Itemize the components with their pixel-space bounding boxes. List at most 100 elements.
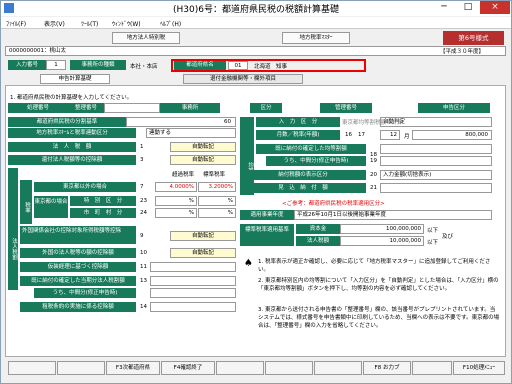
fkey-6[interactable] (265, 361, 313, 375)
menu-view[interactable]: 表示(V) (44, 19, 65, 28)
tokyo-calc-button[interactable]: 東京都均等割税額の計算 (342, 118, 403, 126)
menu-tool[interactable]: ﾂｰﾙ(T) (81, 19, 98, 28)
window-dress-no: 11 (140, 264, 147, 270)
special-ward-label: 特 別 区 分 (70, 196, 136, 206)
non-tokyo-no: 7 (140, 184, 144, 190)
hdr-division: 区分 (250, 103, 282, 113)
corp-tax-button[interactable]: 地方法人特別税 (112, 32, 180, 44)
f8-button[interactable]: F8 お力ブ (363, 361, 411, 375)
capital-label: 資本金 (296, 224, 340, 234)
paid-per-capita-label: 既に納付の確定した均等割額 (256, 144, 366, 154)
menu-help[interactable]: ﾍﾙﾌﾟ(H) (160, 19, 181, 28)
treaty-no: 14 (140, 304, 147, 310)
corp-tax-std-unit: 以下 (427, 240, 439, 246)
company-name: 0000000001：桃山太 (9, 48, 66, 54)
window-dress-label: 仮装経理に基づく控除額 (20, 262, 136, 272)
foreign-tax-field[interactable]: 自動転記 (170, 248, 236, 258)
corp-tax-no: 1 (140, 144, 144, 150)
reference-heading: <ご参考：都道府県民税の税率適用区分> (282, 201, 385, 207)
apply-year-label: 適用事業年度 (240, 210, 294, 220)
process-menu-button[interactable]: F10処理ﾒﾆｭｰ (453, 361, 505, 375)
tab-refund-bank[interactable]: 退付金融機関等・欄外項目 (183, 74, 303, 84)
company-bar: 0000000001：桃山太 (5, 46, 506, 56)
maximize-button[interactable]: □ (456, 1, 480, 14)
capital-unit: 以下 (427, 228, 439, 234)
corp-tax-field[interactable]: 自動転記 (170, 142, 236, 152)
excess-rate-header: 超過税率 (172, 172, 195, 178)
paid-corp-tax-field[interactable] (150, 276, 236, 286)
treaty-field[interactable] (150, 302, 236, 312)
fkey-2[interactable] (57, 361, 105, 375)
estimated-payment-field[interactable] (380, 183, 492, 193)
municipal-no: 24 (140, 210, 147, 216)
annual-rate-field[interactable]: 800,000 (412, 130, 492, 140)
special-ward-pct[interactable]: % (155, 196, 197, 206)
rate-scheme-label: 地方税率ｽｷｰﾑと税率連動区分 (8, 128, 136, 138)
input-no-field[interactable]: 1 (46, 60, 66, 70)
menu-file[interactable]: ﾌｧｲﾙ(F) (6, 19, 26, 28)
paid-corp-tax-label: 既に納付の確定した当期分法人税割額 (20, 276, 136, 286)
ref-no-field[interactable] (104, 103, 160, 113)
foreign-affil-field[interactable]: 自動転記 (170, 231, 236, 241)
foreign-tax-no: 10 (140, 250, 147, 256)
close-button[interactable]: × (480, 1, 510, 14)
report-display-no: 20 (370, 172, 377, 178)
tokyo-label: 東京都の場合 (34, 196, 68, 218)
municipal-pct[interactable]: % (155, 208, 197, 218)
special-ward-no: 23 (140, 198, 147, 204)
input-no-label: 入力番号 (8, 60, 46, 70)
pref-name: 北海道 知事 (254, 64, 288, 70)
fkey-7[interactable] (314, 361, 362, 375)
municipal-std-pct[interactable]: % (198, 208, 236, 218)
months-no-17: 17 (358, 132, 365, 138)
fiscal-year: 【平成３０年度】 (440, 49, 485, 55)
pref-code-field[interactable]: 01 (228, 61, 248, 70)
alloc-basis-field[interactable]: 60 (126, 117, 236, 127)
report-display-label: 納付税額の表示区分 (240, 170, 366, 180)
paid-per-capita-field[interactable] (380, 144, 492, 154)
window-dress-field[interactable] (150, 262, 236, 272)
interim-label: うち、中間分(修正申告時) (34, 288, 136, 298)
estimated-payment-no: 21 (370, 185, 377, 191)
municipal-label: 市 町 村 分 (70, 208, 136, 218)
next-pref-button[interactable]: F3次都道府県 (106, 361, 160, 375)
foreign-tax-label: 外国の法人税等の額の控除額 (20, 248, 136, 258)
sidebar-label: 法人税割 (8, 168, 18, 290)
paid-corp-tax-no: 13 (140, 278, 147, 284)
std-rate-header: 標準税率 (203, 172, 226, 178)
excess-rate-field[interactable]: 4.0000% (155, 182, 197, 192)
spade-icon: ♠ (244, 258, 253, 269)
treaty-label: 租税条約の実施に係る控除額 (20, 302, 136, 312)
refund-deduct-no: 3 (140, 157, 144, 163)
minimize-button[interactable]: ─ (432, 1, 456, 14)
months-no-16: 16 (345, 132, 352, 138)
fkey-5[interactable] (216, 361, 264, 375)
note-1: 1. 税率表示が適正か確認し、必要に応じて「地方税率マスター」に追加登録してご利… (258, 259, 491, 273)
refund-deduct-label: 還付法人税額等の控除額 (8, 155, 136, 165)
months-label: 月数／税率(年額) (256, 130, 340, 140)
interim-per-capita-field[interactable] (380, 156, 492, 166)
months-field[interactable]: 12 (380, 130, 400, 140)
estimated-payment-label: 見 込 納 付 額 (240, 183, 366, 193)
tab-calc-basis[interactable]: 申告計算基礎 (40, 74, 110, 84)
interim-per-capita-no: 19 (370, 158, 377, 164)
interim-field[interactable] (150, 288, 236, 298)
fkey-9[interactable] (412, 361, 452, 375)
fkey-1[interactable] (8, 361, 56, 375)
confirm-end-button[interactable]: F4確認終了 (161, 361, 215, 375)
special-ward-std-pct[interactable]: % (198, 196, 236, 206)
menu-bar (1, 17, 511, 29)
non-tokyo-label: 東京都以外の場合 (34, 182, 136, 192)
pref-label: 都道府県名 (174, 61, 226, 70)
hdr-process-no: 処理番号 (8, 103, 68, 113)
refund-deduct-field[interactable]: 自動転記 (170, 155, 236, 165)
report-display-select[interactable]: 入力金額(切捨表示) (380, 170, 492, 180)
menu-window[interactable]: ｳｨﾝﾄﾞｳ(W) (112, 19, 141, 28)
tax-master-button[interactable]: 地方税率ﾏｽﾀｰ (282, 32, 350, 44)
hdr-mgmt-no: 管理番号 (320, 103, 372, 113)
rate-link-select[interactable]: 連動する (146, 128, 236, 138)
corp-tax-std-value: 10,000,000 (340, 236, 424, 246)
std-rate-field[interactable]: 3.2000% (198, 182, 236, 192)
capital-value: 100,000,000 (340, 224, 424, 234)
interim-per-capita-label: うち、中間分(修正申告時) (266, 156, 366, 166)
